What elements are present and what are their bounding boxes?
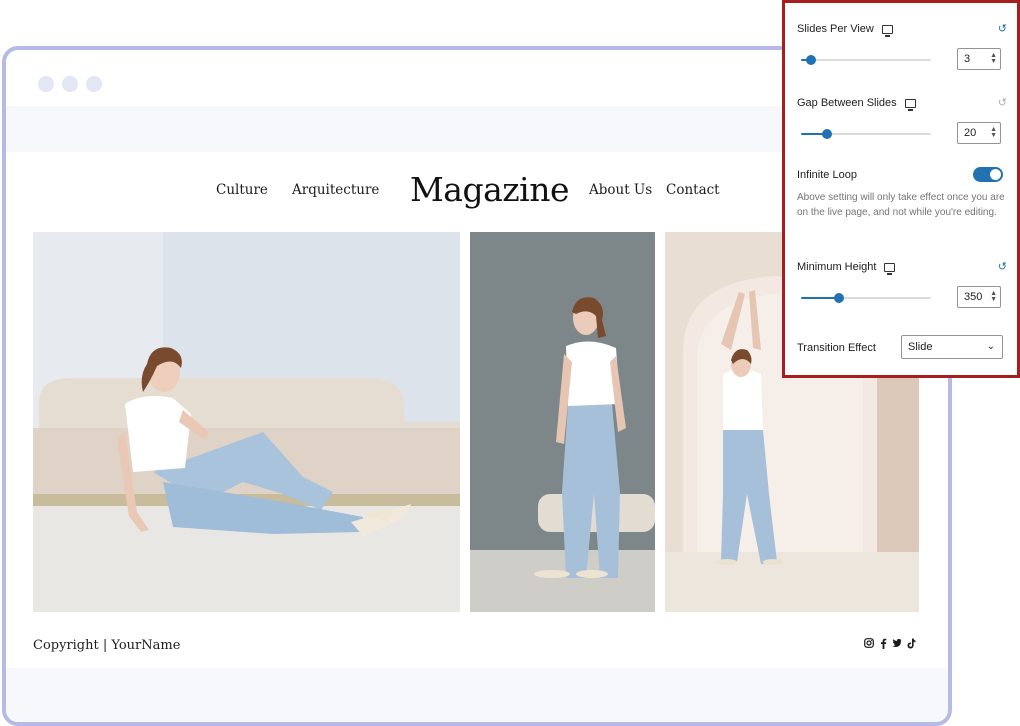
toggle-knob <box>990 169 1001 180</box>
transition-effect-value: Slide <box>908 341 933 353</box>
slides-per-view-input[interactable]: 3 ▲ ▼ <box>957 48 1001 70</box>
infinite-loop-help: Above setting will only take effect once… <box>797 192 1005 218</box>
chevron-down-icon: ⌄ <box>986 341 995 352</box>
infinite-loop-text: Infinite Loop <box>797 169 857 181</box>
slide-image-1[interactable] <box>33 232 460 612</box>
slides-per-view-slider[interactable] <box>801 55 931 65</box>
minimum-height-input[interactable]: 350 ▲ ▼ <box>957 286 1001 308</box>
infinite-loop-label: Infinite Loop <box>797 169 857 181</box>
footer-copyright: Copyright | YourName <box>33 638 181 653</box>
infinite-loop-toggle[interactable] <box>973 167 1003 182</box>
gap-between-slides-slider[interactable] <box>801 129 931 139</box>
gap-between-slides-label: Gap Between Slides <box>797 97 916 111</box>
window-dot[interactable] <box>38 76 54 92</box>
transition-effect-text: Transition Effect <box>797 342 876 354</box>
gap-between-slides-input[interactable]: 20 ▲ ▼ <box>957 122 1001 144</box>
instagram-icon[interactable] <box>864 637 874 649</box>
stepper-arrows-icon[interactable]: ▲ ▼ <box>990 290 997 303</box>
slides-per-view-label: Slides Per View <box>797 23 893 37</box>
transition-effect-select[interactable]: Slide ⌄ <box>901 335 1003 359</box>
stepper-arrows-icon[interactable]: ▲ ▼ <box>990 126 997 139</box>
slides-per-view-value: 3 <box>964 53 971 65</box>
nav-link-arquitecture[interactable]: Arquitecture <box>292 182 379 198</box>
tiktok-icon[interactable] <box>906 637 916 649</box>
carousel-settings-panel: Slides Per View ↺ 3 ▲ ▼ Gap Between Slide… <box>782 0 1020 378</box>
window-dot[interactable] <box>86 76 102 92</box>
reset-icon[interactable]: ↺ <box>998 22 1007 35</box>
site-logo[interactable]: Magazine <box>410 170 570 209</box>
footer-band <box>6 668 948 722</box>
slide-image-2[interactable] <box>470 232 655 612</box>
facebook-icon[interactable] <box>878 637 888 649</box>
desktop-icon[interactable] <box>904 98 916 111</box>
minimum-height-text: Minimum Height <box>797 261 877 273</box>
window-dot[interactable] <box>62 76 78 92</box>
social-links <box>864 637 916 649</box>
reset-icon[interactable]: ↺ <box>998 260 1007 273</box>
gap-between-slides-value: 20 <box>964 127 977 139</box>
stepper-arrows-icon[interactable]: ▲ ▼ <box>990 52 997 65</box>
window-controls <box>38 76 102 92</box>
desktop-icon[interactable] <box>884 262 896 275</box>
slides-per-view-text: Slides Per View <box>797 23 874 35</box>
reset-icon[interactable]: ↺ <box>998 96 1007 109</box>
transition-effect-label: Transition Effect <box>797 342 876 354</box>
nav-link-culture[interactable]: Culture <box>216 182 268 198</box>
nav-link-contact[interactable]: Contact <box>666 182 720 198</box>
gap-between-slides-text: Gap Between Slides <box>797 97 897 109</box>
minimum-height-slider[interactable] <box>801 293 931 303</box>
desktop-icon[interactable] <box>881 24 893 37</box>
nav-link-about[interactable]: About Us <box>589 182 652 198</box>
twitter-icon[interactable] <box>892 637 902 649</box>
minimum-height-value: 350 <box>964 291 983 303</box>
minimum-height-label: Minimum Height <box>797 261 896 275</box>
